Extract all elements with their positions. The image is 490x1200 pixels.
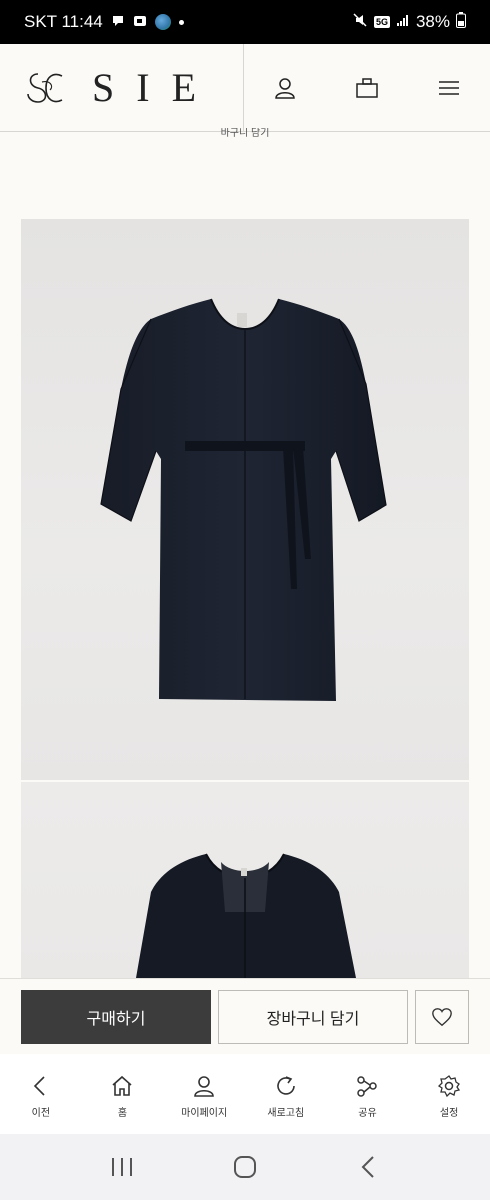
header-actions bbox=[244, 44, 490, 131]
coat-detail-illustration bbox=[136, 853, 356, 978]
nav-share[interactable]: 공유 bbox=[332, 1072, 402, 1119]
bag-icon bbox=[356, 77, 378, 98]
status-left: SKT 11:44 bbox=[24, 12, 184, 32]
site-header: SIE bbox=[0, 44, 490, 132]
sticky-sub-label: 바구니 담기 bbox=[220, 128, 270, 139]
nav-refresh[interactable]: 새로고침 bbox=[251, 1072, 321, 1119]
coat-illustration bbox=[100, 298, 387, 701]
home-button[interactable] bbox=[221, 1143, 269, 1191]
nav-share-label: 공유 bbox=[358, 1108, 377, 1119]
android-nav-bar bbox=[0, 1134, 490, 1200]
signal-icon bbox=[396, 12, 410, 32]
buy-button[interactable]: 구매하기 bbox=[21, 990, 211, 1044]
heart-icon bbox=[432, 1008, 452, 1027]
globe-icon bbox=[154, 14, 171, 30]
purchase-bar: 구매하기 장바구니 담기 bbox=[0, 978, 490, 1054]
carrier-time: SKT 11:44 bbox=[24, 12, 103, 31]
nav-mypage-label: 마이페이지 bbox=[181, 1108, 228, 1119]
gear-icon bbox=[435, 1072, 463, 1100]
home-circle-icon bbox=[233, 1156, 256, 1178]
nav-back-label: 이전 bbox=[31, 1108, 51, 1119]
back-icon bbox=[27, 1072, 55, 1100]
person-icon bbox=[190, 1072, 218, 1100]
recent-apps-icon bbox=[111, 1158, 132, 1176]
status-right: 5G 38% bbox=[352, 11, 466, 33]
browser-bottom-nav: 이전 홈 마이페이지 새로고침 공유 설정 bbox=[0, 1054, 490, 1134]
cart-button[interactable] bbox=[347, 68, 387, 108]
logo-text: SIE bbox=[92, 65, 218, 110]
nav-settings[interactable]: 설정 bbox=[414, 1072, 484, 1119]
system-back-button[interactable] bbox=[344, 1143, 392, 1191]
mute-icon bbox=[352, 12, 368, 33]
battery-level: 38% bbox=[415, 12, 450, 31]
recent-apps-button[interactable] bbox=[98, 1143, 146, 1191]
battery-icon bbox=[456, 11, 466, 33]
flag-icon bbox=[133, 14, 147, 30]
refresh-icon bbox=[272, 1072, 300, 1100]
nav-refresh-label: 새로고침 bbox=[267, 1108, 305, 1119]
logo-monogram-icon bbox=[27, 72, 63, 103]
share-icon bbox=[353, 1072, 381, 1100]
site-logo[interactable]: SIE bbox=[0, 44, 244, 131]
add-to-cart-button[interactable]: 장바구니 담기 bbox=[218, 990, 408, 1044]
home-icon bbox=[108, 1072, 136, 1100]
hamburger-icon bbox=[439, 80, 459, 95]
menu-button[interactable] bbox=[429, 68, 469, 108]
notification-icon bbox=[111, 14, 125, 30]
account-button[interactable] bbox=[265, 68, 305, 108]
product-image-main[interactable] bbox=[21, 219, 469, 780]
wishlist-button[interactable] bbox=[415, 990, 469, 1044]
nav-mypage[interactable]: 마이페이지 bbox=[169, 1072, 239, 1119]
chevron-left-icon bbox=[361, 1156, 375, 1178]
nav-back[interactable]: 이전 bbox=[6, 1072, 76, 1119]
status-bar: SKT 11:44 5G 38% bbox=[0, 0, 490, 44]
product-image-detail[interactable] bbox=[21, 782, 469, 978]
more-notifications-icon bbox=[178, 19, 184, 25]
nav-settings-label: 설정 bbox=[439, 1108, 459, 1119]
network-badge: 5G bbox=[373, 16, 390, 28]
nav-home-label: 홈 bbox=[117, 1108, 128, 1119]
person-icon bbox=[275, 77, 295, 99]
nav-home[interactable]: 홈 bbox=[87, 1072, 157, 1119]
